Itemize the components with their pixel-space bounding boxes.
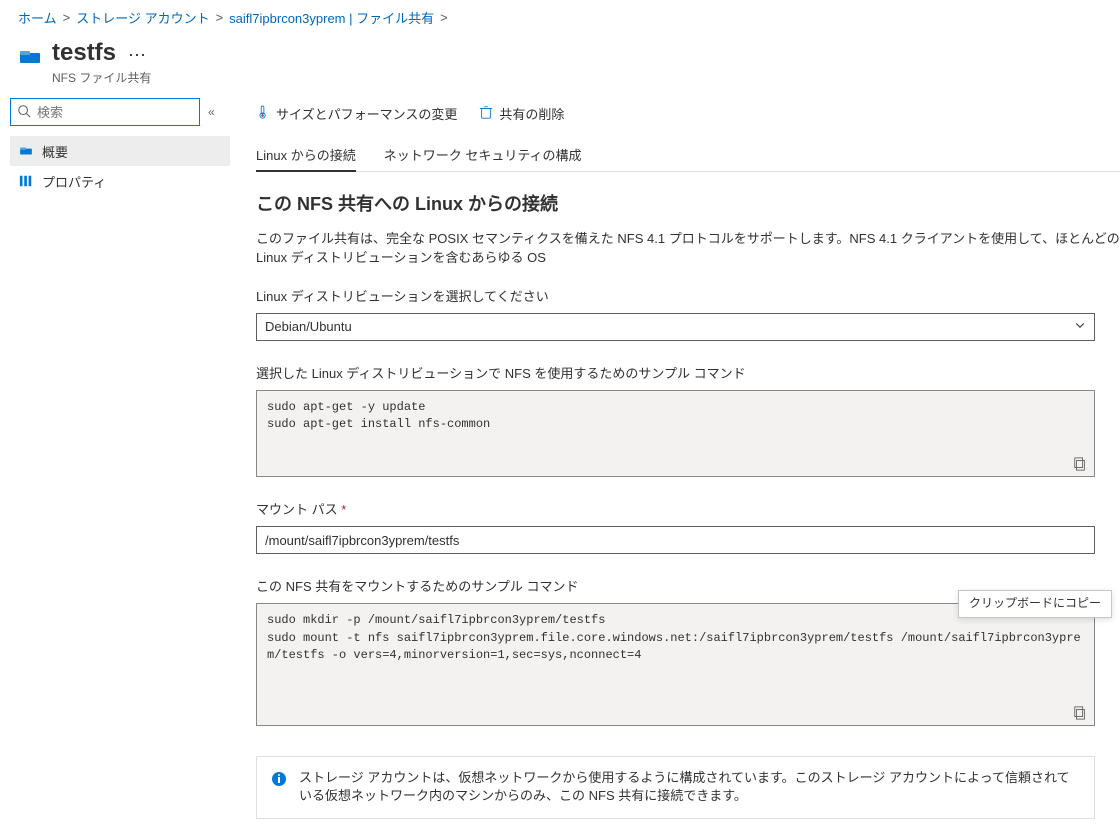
toolbar-size-performance[interactable]: サイズとパフォーマンスの変更 — [256, 104, 457, 123]
page-title: testfs — [52, 39, 116, 67]
main-content: サイズとパフォーマンスの変更 共有の削除 Linux からの接続 ネットワーク … — [230, 98, 1120, 839]
info-banner-text: ストレージ アカウントは、仮想ネットワークから使用するように構成されています。こ… — [299, 769, 1080, 807]
breadcrumb-storage-accounts[interactable]: ストレージ アカウント — [76, 8, 209, 27]
page-subtitle: NFS ファイル共有 — [52, 69, 151, 86]
sidebar-item-label: プロパティ — [42, 172, 106, 191]
toolbar-delete-share[interactable]: 共有の削除 — [479, 104, 564, 123]
info-icon — [271, 771, 287, 787]
copy-tooltip: クリップボードにコピー — [958, 590, 1112, 617]
section-description: このファイル共有は、完全な POSIX セマンティクスを備えた NFS 4.1 … — [256, 230, 1120, 268]
breadcrumb-separator: > — [216, 10, 224, 25]
sidebar-search[interactable] — [10, 98, 200, 126]
distro-select[interactable]: Debian/Ubuntu — [256, 313, 1095, 341]
sidebar-item-overview[interactable]: 概要 — [10, 136, 230, 166]
breadcrumb: ホーム > ストレージ アカウント > saifl7ipbrcon3yprem … — [0, 0, 1120, 35]
tabs: Linux からの接続 ネットワーク セキュリティの構成 — [256, 139, 1120, 172]
tab-linux-connect[interactable]: Linux からの接続 — [256, 139, 356, 172]
thermometer-icon — [256, 105, 270, 122]
info-banner: ストレージ アカウントは、仮想ネットワークから使用するように構成されています。こ… — [256, 756, 1095, 820]
toolbar: サイズとパフォーマンスの変更 共有の削除 — [256, 98, 1120, 135]
distro-select-value: Debian/Ubuntu — [265, 319, 352, 334]
sample-setup-code: sudo apt-get -y update sudo apt-get inst… — [256, 390, 1095, 478]
tab-network-security[interactable]: ネットワーク セキュリティの構成 — [384, 139, 582, 172]
sidebar: « 概要 プロパティ — [0, 98, 230, 839]
copy-icon[interactable] — [1072, 456, 1088, 472]
chevron-down-icon — [1074, 319, 1086, 334]
mount-path-value: /mount/saifl7ipbrcon3yprem/testfs — [265, 533, 459, 548]
breadcrumb-home[interactable]: ホーム — [18, 8, 57, 27]
trash-icon — [479, 105, 493, 122]
section-title: この NFS 共有への Linux からの接続 — [256, 190, 1120, 216]
distro-label: Linux ディストリビューションを選択してください — [256, 286, 1120, 305]
mount-path-input[interactable]: /mount/saifl7ipbrcon3yprem/testfs — [256, 526, 1095, 554]
file-share-icon — [18, 45, 42, 69]
overview-icon — [18, 143, 34, 159]
breadcrumb-account[interactable]: saifl7ipbrcon3yprem | ファイル共有 — [229, 8, 434, 27]
sidebar-search-input[interactable] — [37, 105, 193, 120]
mount-cmd-code: sudo mkdir -p /mount/saifl7ipbrcon3yprem… — [256, 603, 1095, 725]
search-icon — [17, 104, 31, 121]
code-text: sudo mkdir -p /mount/saifl7ipbrcon3yprem… — [267, 613, 1081, 662]
more-actions-icon[interactable]: ⋯ — [128, 45, 146, 66]
breadcrumb-separator: > — [63, 10, 71, 25]
breadcrumb-separator: > — [440, 10, 448, 25]
sidebar-item-label: 概要 — [42, 142, 68, 161]
sidebar-item-properties[interactable]: プロパティ — [10, 166, 230, 196]
collapse-sidebar-icon[interactable]: « — [208, 105, 215, 119]
toolbar-label: サイズとパフォーマンスの変更 — [276, 104, 457, 123]
properties-icon — [18, 173, 34, 189]
copy-icon[interactable] — [1072, 705, 1088, 721]
code-text: sudo apt-get -y update sudo apt-get inst… — [267, 400, 490, 431]
sample-setup-label: 選択した Linux ディストリビューションで NFS を使用するためのサンプル… — [256, 363, 1120, 382]
toolbar-label: 共有の削除 — [499, 104, 564, 123]
page-title-row: testfs ⋯ NFS ファイル共有 — [0, 35, 1120, 98]
mount-path-label: マウント パス * — [256, 499, 1120, 518]
